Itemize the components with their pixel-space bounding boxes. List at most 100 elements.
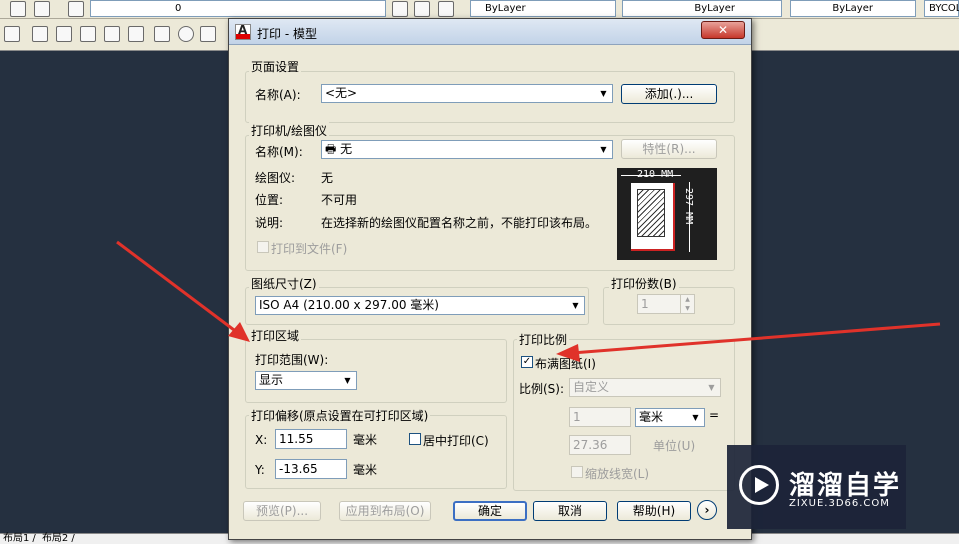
watermark: 溜溜自学 ZIXUE.3D66.COM (727, 445, 906, 529)
page-setup-name-value: <无> (325, 86, 358, 100)
settings-icon[interactable] (10, 1, 26, 17)
ok-button[interactable]: 确定 (453, 501, 527, 521)
offset-y-label: Y: (255, 463, 265, 477)
linetype-dropdown[interactable]: ByLayer (622, 0, 782, 17)
scale-lineweights-checkbox[interactable] (571, 466, 583, 478)
linear-dimension-icon[interactable] (4, 26, 20, 42)
apply-to-layout-button[interactable]: 应用到布局(O) (339, 501, 431, 521)
watermark-url: ZIXUE.3D66.COM (789, 498, 890, 509)
printer-name-label: 名称(M): (255, 145, 303, 159)
autocad-app-icon (235, 23, 251, 40)
print-to-file-checkbox[interactable] (257, 241, 269, 253)
layer-previous-icon[interactable] (414, 1, 430, 17)
plot-offset-label: 打印偏移(原点设置在可打印区域) (249, 407, 431, 424)
scale-unit-value: 毫米 (639, 410, 664, 424)
aligned-dimension-icon[interactable] (32, 26, 48, 42)
copies-input[interactable]: 1 ▲ ▼ (637, 294, 695, 314)
dialog-title: 打印 - 模型 (257, 27, 317, 41)
printer-properties-button[interactable]: 特性(R)... (621, 139, 717, 159)
paper-preview: 210 MM 297 MM (617, 168, 717, 260)
offset-y-value: -13.65 (279, 462, 318, 476)
paper-size-value: ISO A4 (210.00 x 297.00 毫米) (259, 298, 439, 312)
scale-dropdown[interactable]: 自定义 ▼ (569, 378, 721, 397)
scale-value: 自定义 (573, 380, 610, 394)
page-setup-name-dropdown[interactable]: <无> ▼ (321, 84, 613, 103)
quick-dimension-icon[interactable] (104, 26, 120, 42)
cad-toolbar-properties: 0 ByLayer ByLayer ByLayer BYCOL (0, 0, 959, 19)
tab-layout2[interactable]: 布局2 (39, 534, 71, 544)
unit-label: 单位(U) (653, 439, 696, 453)
copies-spinner[interactable]: ▲ ▼ (680, 295, 694, 313)
chevron-down-icon: ▼ (600, 89, 607, 98)
scale-value1-input[interactable]: 1 (569, 407, 631, 427)
preview-button[interactable]: 预览(P)... (243, 501, 321, 521)
chevron-down-icon: ▼ (572, 301, 579, 310)
plotter-label: 绘图仪: (255, 171, 296, 185)
plotstyle-dropdown-value: BYCOL (929, 3, 959, 14)
offset-y-input[interactable]: -13.65 (275, 459, 347, 479)
paper-sheet (631, 183, 675, 251)
center-mark-icon[interactable] (178, 26, 194, 42)
chevron-down-icon: ▼ (344, 376, 351, 385)
scale-value2-input[interactable]: 27.36 (569, 435, 631, 455)
baseline-dimension-icon[interactable] (56, 26, 72, 42)
scale-label: 比例(S): (519, 382, 565, 396)
continue-dimension-icon[interactable] (80, 26, 96, 42)
description-value: 在选择新的绘图仪配置名称之前，不能打印该布局。 (321, 216, 598, 230)
scale-unit-dropdown[interactable]: 毫米 ▼ (635, 408, 705, 427)
chevron-down-icon: ▼ (692, 413, 699, 422)
description-label: 说明: (255, 216, 284, 230)
plot-area-label: 打印区域 (249, 327, 302, 344)
center-plot-checkbox[interactable] (409, 433, 421, 445)
help-button[interactable]: 帮助(H) (617, 501, 691, 521)
chevron-down-icon: ▼ (600, 145, 607, 154)
more-options-button[interactable]: › (697, 500, 717, 520)
close-button[interactable]: ✕ (701, 21, 745, 39)
offset-y-unit: 毫米 (353, 463, 378, 477)
inspect-icon[interactable] (200, 26, 216, 42)
layer-state-icon[interactable] (68, 1, 84, 17)
fit-to-paper-checkbox[interactable]: ✓ (521, 356, 533, 368)
match-properties-icon[interactable] (392, 1, 408, 17)
lineweight-dropdown[interactable]: ByLayer (790, 0, 916, 17)
layer-isolate-icon[interactable] (438, 1, 454, 17)
fit-to-paper-label: 布满图纸(I) (535, 357, 596, 371)
printer-name-value: 无 (340, 142, 353, 156)
scale-value1: 1 (573, 410, 581, 424)
add-page-setup-button[interactable]: 添加(.)... (621, 84, 717, 104)
page-setup-name-label: 名称(A): (255, 88, 301, 102)
plot-range-label: 打印范围(W): (255, 353, 329, 367)
printer-icon: 🖶 (325, 142, 337, 156)
linetype-dropdown-value: ByLayer (694, 3, 735, 14)
scale-lineweights-label: 缩放线宽(L) (585, 467, 650, 481)
page-setup-label: 页面设置 (249, 58, 302, 75)
offset-x-unit: 毫米 (353, 433, 378, 447)
paper-size-dropdown[interactable]: ISO A4 (210.00 x 297.00 毫米) ▼ (255, 296, 585, 315)
offset-x-label: X: (255, 433, 268, 447)
preview-height-label: 297 MM (683, 188, 694, 225)
lineweight-dropdown-value: ByLayer (832, 3, 873, 14)
printable-area (637, 189, 665, 237)
layer-dropdown[interactable]: 0 (90, 0, 386, 17)
plot-scale-label: 打印比例 (517, 331, 570, 348)
color-dropdown-value: ByLayer (485, 3, 526, 14)
location-value: 不可用 (321, 193, 358, 207)
watermark-brand: 溜溜自学 (789, 471, 902, 501)
tab-layout1[interactable]: 布局1 (0, 534, 32, 544)
dimension-space-icon[interactable] (128, 26, 144, 42)
color-dropdown[interactable]: ByLayer (470, 0, 616, 17)
layer-dropdown-value: 0 (175, 3, 182, 14)
offset-x-input[interactable]: 11.55 (275, 429, 347, 449)
cancel-button[interactable]: 取消 (533, 501, 607, 521)
dialog-titlebar[interactable]: 打印 - 模型 ✕ (229, 19, 751, 45)
layer-manager-icon[interactable] (34, 1, 50, 17)
tolerance-icon[interactable] (154, 26, 170, 42)
printer-name-dropdown[interactable]: 🖶 无 ▼ (321, 140, 613, 159)
plot-range-dropdown[interactable]: 显示 ▼ (255, 371, 357, 390)
print-to-file-label: 打印到文件(F) (271, 242, 348, 256)
copies-value: 1 (641, 297, 649, 311)
scale-equals: = (709, 408, 720, 422)
chevron-down-icon: ▼ (708, 383, 715, 392)
plotstyle-dropdown[interactable]: BYCOL (924, 0, 959, 17)
preview-width-label: 210 MM (637, 169, 674, 180)
